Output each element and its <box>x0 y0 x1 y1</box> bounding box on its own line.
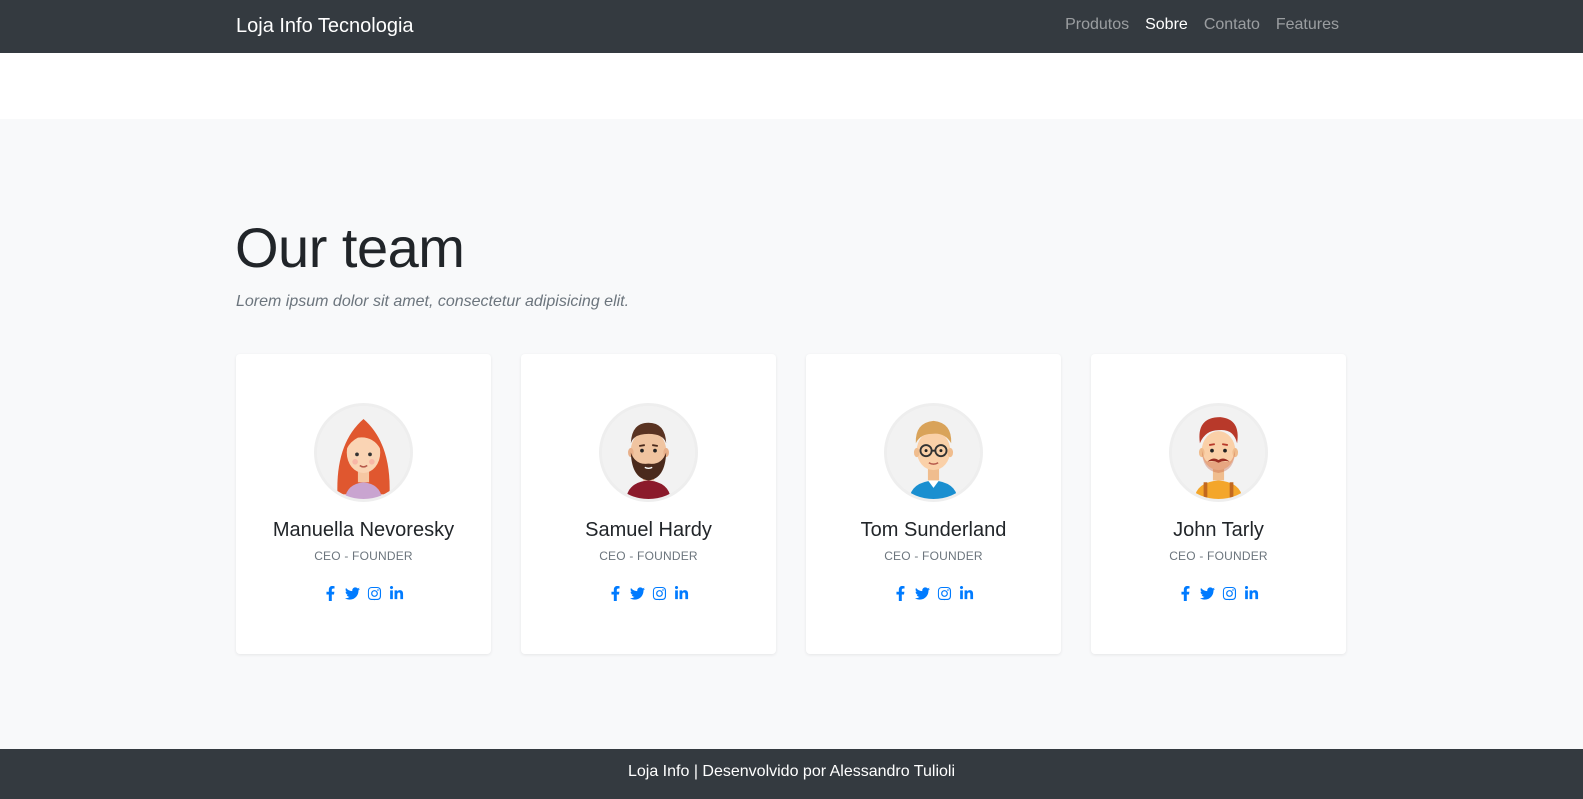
linkedin-icon[interactable] <box>389 585 405 601</box>
twitter-icon[interactable] <box>345 585 361 601</box>
team-card: Manuella Nevoresky CEO - FOUNDER <box>236 354 491 654</box>
member-name: Tom Sunderland <box>860 519 1007 541</box>
member-role: CEO - FOUNDER <box>884 549 983 563</box>
nav-link-contato[interactable]: Contato <box>1204 15 1260 35</box>
team-card: Tom Sunderland CEO - FOUNDER <box>806 354 1061 654</box>
member-name: John Tarly <box>1173 519 1264 541</box>
team-card: Samuel Hardy CEO - FOUNDER <box>521 354 776 654</box>
nav-link-produtos[interactable]: Produtos <box>1065 15 1129 35</box>
social-links <box>1091 585 1346 601</box>
team-card: John Tarly CEO - FOUNDER <box>1091 354 1346 654</box>
brand-link[interactable]: Loja Info Tecnologia <box>236 14 414 38</box>
twitter-icon[interactable] <box>1200 585 1216 601</box>
member-role: CEO - FOUNDER <box>1169 549 1268 563</box>
social-links <box>521 585 776 601</box>
nav-link-features[interactable]: Features <box>1276 15 1339 35</box>
header-spacer <box>0 53 1583 119</box>
instagram-icon[interactable] <box>1222 585 1238 601</box>
facebook-icon[interactable] <box>893 585 909 601</box>
twitter-icon[interactable] <box>630 585 646 601</box>
member-role: CEO - FOUNDER <box>314 549 413 563</box>
facebook-icon[interactable] <box>608 585 624 601</box>
footer-text: Loja Info | Desenvolvido por Alessandro … <box>627 763 955 780</box>
nav-link-sobre[interactable]: Sobre <box>1145 15 1188 35</box>
man-mustache-avatar <box>1169 403 1268 502</box>
instagram-icon[interactable] <box>652 585 668 601</box>
nav-links: Produtos Sobre Contato Features <box>1065 15 1339 35</box>
member-role: CEO - FOUNDER <box>599 549 698 563</box>
bearded-man-avatar <box>599 403 698 502</box>
linkedin-icon[interactable] <box>959 585 975 601</box>
man-glasses-avatar <box>884 403 983 502</box>
instagram-icon[interactable] <box>937 585 953 601</box>
social-links <box>806 585 1061 601</box>
member-name: Samuel Hardy <box>585 519 712 541</box>
linkedin-icon[interactable] <box>1244 585 1260 601</box>
page-title: Our team <box>235 216 465 279</box>
linkedin-icon[interactable] <box>674 585 690 601</box>
social-links <box>236 585 491 601</box>
member-name: Manuella Nevoresky <box>272 519 455 541</box>
woman-red-hair-avatar <box>314 403 413 502</box>
footer: Loja Info | Desenvolvido por Alessandro … <box>0 749 1583 799</box>
team-cards: Manuella Nevoresky CEO - FOUNDER Samuel … <box>236 354 1346 654</box>
page-subtitle: Lorem ipsum dolor sit amet, consectetur … <box>236 293 630 310</box>
navbar: Loja Info Tecnologia Produtos Sobre Cont… <box>0 0 1583 53</box>
facebook-icon[interactable] <box>1178 585 1194 601</box>
instagram-icon[interactable] <box>367 585 383 601</box>
twitter-icon[interactable] <box>915 585 931 601</box>
facebook-icon[interactable] <box>323 585 339 601</box>
